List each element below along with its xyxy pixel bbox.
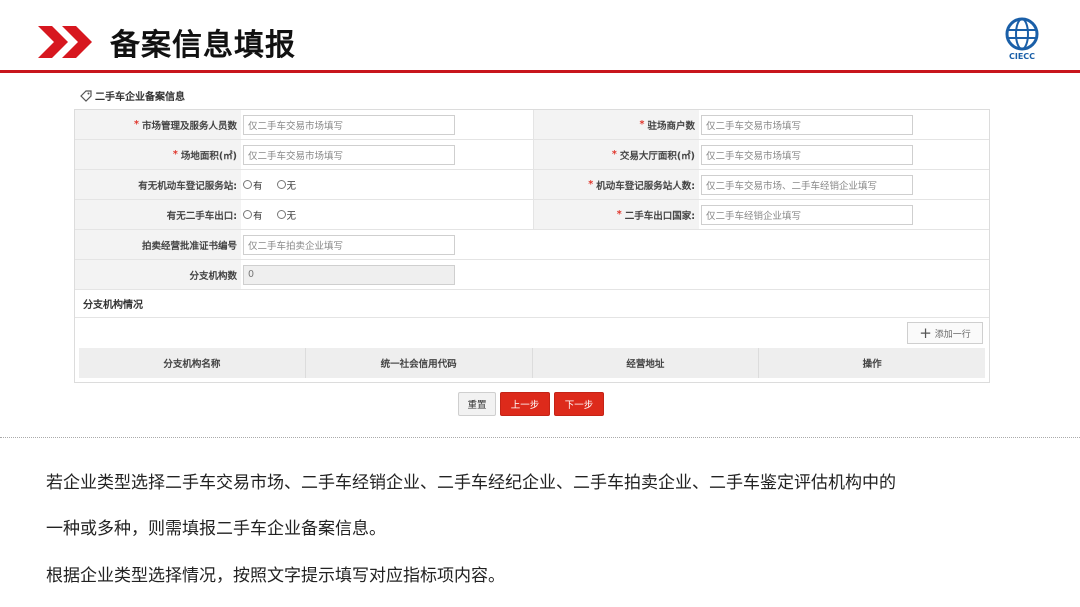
field-label: * 市场管理及服务人员数 — [75, 110, 241, 139]
radio-circle-icon — [243, 210, 252, 219]
radio-circle-icon — [243, 180, 252, 189]
form-grid: * 市场管理及服务人员数 仅二手车交易市场填写 * 驻场商户数 仅二手车交易市场… — [74, 109, 990, 383]
form-row: * 场地面积(㎡) 仅二手车交易市场填写 * 交易大厅面积(㎡) 仅二手车交易市… — [75, 140, 989, 170]
field-value: 仅二手车经销企业填写 — [699, 200, 989, 229]
field-label: * 驻场商户数 — [533, 110, 699, 139]
field-value: 仅二手车交易市场填写 — [241, 110, 533, 139]
field-label: 分支机构数 — [75, 260, 241, 289]
header-divider — [0, 70, 1080, 73]
required-marker: * — [611, 149, 617, 160]
field-label: * 交易大厅面积(㎡) — [533, 140, 699, 169]
description-line: 根据企业类型选择情况，按照文字提示填写对应指标项内容。 — [46, 566, 505, 586]
field-label: * 二手车出口国家: — [533, 200, 699, 229]
tag-icon — [80, 89, 92, 102]
field-value: 仅二手车交易市场填写 — [699, 140, 989, 169]
column-header: 分支机构名称 — [79, 348, 306, 378]
required-marker: * — [588, 179, 594, 190]
field-label: * 场地面积(㎡) — [75, 140, 241, 169]
description-line: 若企业类型选择二手车交易市场、二手车经销企业、二手车经纪企业、二手车拍卖企业、二… — [46, 473, 896, 493]
label-text: 分支机构数 — [189, 270, 237, 282]
logo-text: CIECC — [1008, 52, 1036, 61]
slide-title: 备案信息填报 — [110, 28, 296, 63]
field-label: 有无机动车登记服务站: — [75, 170, 241, 199]
required-marker: * — [134, 119, 139, 130]
slide-header: 备案信息填报 CIECC — [0, 0, 1080, 74]
add-row-button[interactable]: + 添加一行 — [907, 322, 983, 344]
radio-label: 无 — [286, 210, 297, 222]
field-label: 拍卖经营批准证书编号 — [75, 230, 241, 259]
branch-toolbar: + 添加一行 — [75, 318, 989, 348]
form-row: 拍卖经营批准证书编号 仅二手车拍卖企业填写 — [75, 230, 989, 260]
merchant-count-input[interactable]: 仅二手车交易市场填写 — [701, 114, 913, 135]
form-row: * 市场管理及服务人员数 仅二手车交易市场填写 * 驻场商户数 仅二手车交易市场… — [75, 110, 989, 140]
add-row-label: 添加一行 — [934, 329, 971, 340]
filing-form-panel: 二手车企业备案信息 * 市场管理及服务人员数 仅二手车交易市场填写 * 驻场商户… — [74, 86, 990, 386]
required-marker: * — [639, 119, 645, 130]
field-label: 有无二手车出口: — [75, 200, 241, 229]
label-text: 拍卖经营批准证书编号 — [141, 240, 237, 252]
reset-button[interactable]: 重置 — [458, 392, 496, 416]
hall-area-input[interactable]: 仅二手车交易市场填写 — [701, 144, 913, 165]
form-section-title-text: 二手车企业备案信息 — [95, 92, 185, 103]
staff-count-input[interactable]: 仅二手车交易市场填写 — [243, 114, 455, 135]
branch-count-input: 0 — [243, 264, 455, 285]
label-text: 机动车登记服务站人数: — [596, 180, 695, 192]
field-value: 0 — [241, 260, 989, 289]
column-header: 经营地址 — [533, 348, 760, 378]
label-text: 二手车出口国家: — [624, 210, 695, 222]
branch-table-header: 分支机构名称 统一社会信用代码 经营地址 操作 — [79, 348, 985, 378]
export-country-input[interactable]: 仅二手车经销企业填写 — [701, 204, 913, 225]
radio-circle-icon — [276, 210, 286, 219]
registration-station-no-radio[interactable]: 无 — [276, 178, 297, 192]
plus-icon: + — [919, 323, 932, 342]
field-value: 仅二手车交易市场填写 — [241, 140, 533, 169]
form-row: 有无机动车登记服务站: 有 无 * 机动车登记服务站人数: 仅二手车交易市场、二… — [75, 170, 989, 200]
form-actions: 重置 上一步 下一步 — [458, 392, 604, 416]
required-marker: * — [616, 209, 622, 220]
column-header: 操作 — [862, 359, 882, 370]
required-marker: * — [172, 149, 178, 160]
prev-step-button[interactable]: 上一步 — [500, 392, 550, 416]
next-step-button[interactable]: 下一步 — [554, 392, 604, 416]
branch-section-title: 分支机构情况 — [75, 290, 989, 318]
field-value: 有 无 — [241, 200, 533, 229]
export-yes-radio[interactable]: 有 — [243, 208, 263, 222]
export-no-radio[interactable]: 无 — [276, 208, 297, 222]
ciecc-logo: CIECC — [1000, 16, 1044, 64]
label-text: 有无二手车出口: — [166, 210, 237, 222]
field-label: * 机动车登记服务站人数: — [533, 170, 699, 199]
radio-label: 无 — [286, 180, 297, 192]
form-section-title: 二手车企业备案信息 — [80, 88, 185, 103]
label-text: 场地面积(㎡) — [180, 150, 237, 162]
field-value: 仅二手车交易市场、二手车经销企业填写 — [699, 170, 989, 199]
label-text: 驻场商户数 — [647, 120, 695, 132]
double-chevron-icon — [38, 26, 92, 58]
auction-license-input[interactable]: 仅二手车拍卖企业填写 — [243, 234, 455, 255]
radio-label: 有 — [253, 210, 263, 222]
label-text: 有无机动车登记服务站: — [138, 180, 237, 192]
column-header: 统一社会信用代码 — [306, 348, 533, 378]
field-value: 仅二手车拍卖企业填写 — [241, 230, 989, 259]
form-row: 分支机构数 0 — [75, 260, 989, 290]
label-text: 交易大厅面积(㎡) — [619, 150, 695, 162]
radio-label: 有 — [253, 180, 263, 192]
field-value: 仅二手车交易市场填写 — [699, 110, 989, 139]
site-area-input[interactable]: 仅二手车交易市场填写 — [243, 144, 455, 165]
station-staff-count-input[interactable]: 仅二手车交易市场、二手车经销企业填写 — [701, 174, 913, 195]
form-row: 有无二手车出口: 有 无 * 二手车出口国家: 仅二手车经销企业填写 — [75, 200, 989, 230]
globe-logo-icon — [1005, 17, 1039, 51]
radio-circle-icon — [276, 180, 286, 189]
dotted-divider — [0, 437, 1080, 438]
field-value: 有 无 — [241, 170, 533, 199]
label-text: 市场管理及服务人员数 — [141, 120, 237, 132]
description-line: 一种或多种，则需填报二手车企业备案信息。 — [46, 519, 386, 539]
registration-station-yes-radio[interactable]: 有 — [243, 178, 263, 192]
